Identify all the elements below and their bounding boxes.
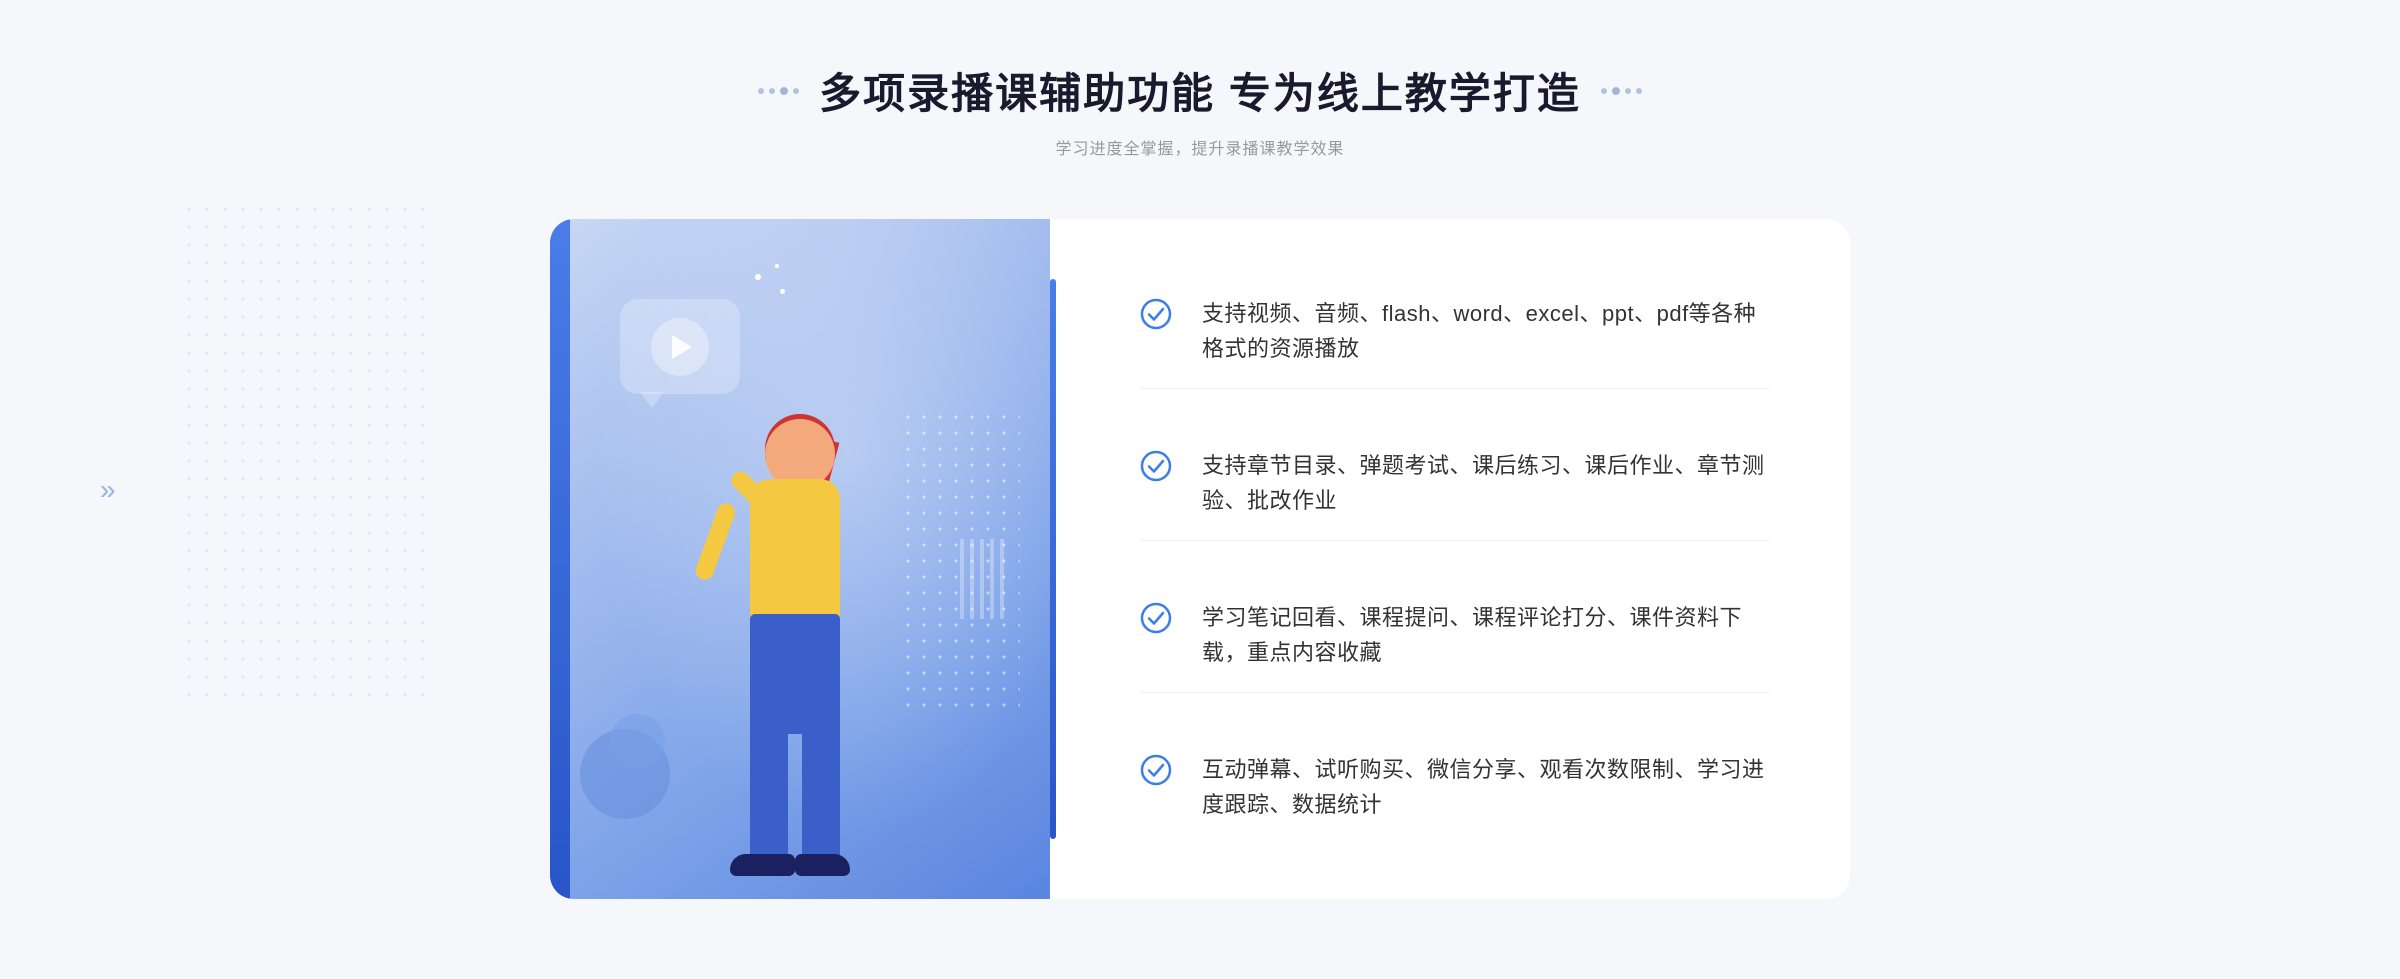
person-leg-left: [750, 729, 788, 859]
person-body: [750, 479, 840, 619]
dot: [793, 88, 799, 94]
deco-left-arrows: »: [100, 474, 116, 506]
feature-text-2: 支持章节目录、弹题考试、课后练习、课后作业、章节测验、批改作业: [1202, 448, 1770, 518]
play-triangle-icon: [672, 335, 692, 359]
feature-text-4: 互动弹幕、试听购买、微信分享、观看次数限制、学习进度跟踪、数据统计: [1202, 752, 1770, 822]
blue-accent-bar: [550, 219, 570, 899]
person-shoe-right: [795, 854, 850, 876]
dot: [1636, 88, 1642, 94]
page-container: » 多项录播课辅助功能 专为线上教学打造 学习进度全掌握，提升录播课教学效果: [0, 0, 2400, 979]
person-illustration: [610, 359, 930, 899]
content-area: 支持视频、音频、flash、word、excel、ppt、pdf等各种格式的资源…: [550, 219, 1850, 899]
feature-item-2: 支持章节目录、弹题考试、课后练习、课后作业、章节测验、批改作业: [1140, 426, 1770, 541]
dot: [1612, 87, 1620, 95]
dot: [769, 88, 775, 94]
header-section: 多项录播课辅助功能 专为线上教学打造 学习进度全掌握，提升录播课教学效果: [758, 60, 1642, 159]
dot: [758, 88, 764, 94]
feature-item-3: 学习笔记回看、课程提问、课程评论打分、课件资料下载，重点内容收藏: [1140, 578, 1770, 693]
check-icon-3: [1140, 602, 1172, 634]
feature-item-4: 互动弹幕、试听购买、微信分享、观看次数限制、学习进度跟踪、数据统计: [1140, 730, 1770, 844]
sparkle-2: [775, 264, 779, 268]
header-title-row: 多项录播课辅助功能 专为线上教学打造: [758, 60, 1642, 121]
deco-stripes: [960, 539, 1010, 619]
left-illustration: [550, 219, 1050, 899]
sparkle-3: [780, 289, 785, 294]
title-dots-right: [1601, 87, 1642, 95]
person-pants: [750, 614, 840, 734]
person-leg-right: [802, 729, 840, 859]
dot: [1601, 88, 1607, 94]
feature-item-1: 支持视频、音频、flash、word、excel、ppt、pdf等各种格式的资源…: [1140, 274, 1770, 389]
check-icon-1: [1140, 298, 1172, 330]
deco-circle-2: [610, 714, 665, 769]
check-icon-4: [1140, 754, 1172, 786]
right-panel: 支持视频、音频、flash、word、excel、ppt、pdf等各种格式的资源…: [1050, 219, 1850, 899]
title-dots-left: [758, 87, 799, 95]
dot: [780, 87, 788, 95]
person-shoe-left: [730, 854, 795, 876]
dot: [1625, 88, 1631, 94]
sparkle-1: [755, 274, 761, 280]
subtitle: 学习进度全掌握，提升录播课教学效果: [758, 135, 1642, 159]
main-title: 多项录播课辅助功能 专为线上教学打造: [819, 60, 1581, 121]
person-arm-left: [693, 501, 737, 582]
feature-text-1: 支持视频、音频、flash、word、excel、ppt、pdf等各种格式的资源…: [1202, 296, 1770, 366]
check-icon-2: [1140, 450, 1172, 482]
feature-text-3: 学习笔记回看、课程提问、课程评论打分、课件资料下载，重点内容收藏: [1202, 600, 1770, 670]
